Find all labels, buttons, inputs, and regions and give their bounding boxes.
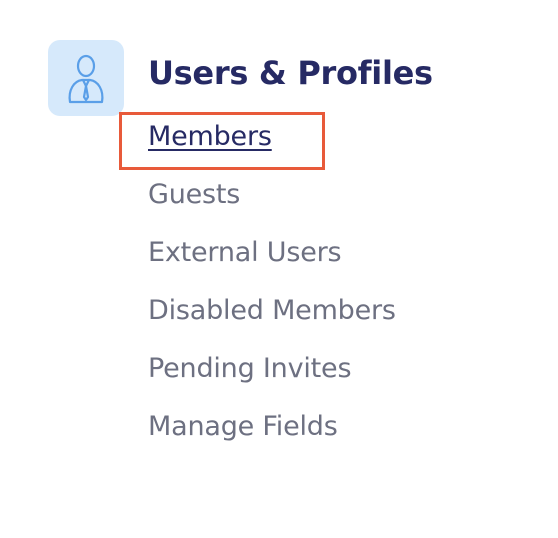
nav-item-guests[interactable]: Guests xyxy=(148,177,396,235)
users-profiles-nav: Members Guests External Users Disabled M… xyxy=(148,119,396,467)
nav-item-pending-invites[interactable]: Pending Invites xyxy=(148,351,396,409)
nav-item-external-users[interactable]: External Users xyxy=(148,235,396,293)
user-profile-icon xyxy=(68,54,104,104)
nav-item-disabled-members[interactable]: Disabled Members xyxy=(148,293,396,351)
nav-item-manage-fields[interactable]: Manage Fields xyxy=(148,409,396,467)
nav-item-members[interactable]: Members xyxy=(148,119,396,177)
users-profiles-icon-tile xyxy=(48,40,124,116)
section-title: Users & Profiles xyxy=(148,54,433,92)
